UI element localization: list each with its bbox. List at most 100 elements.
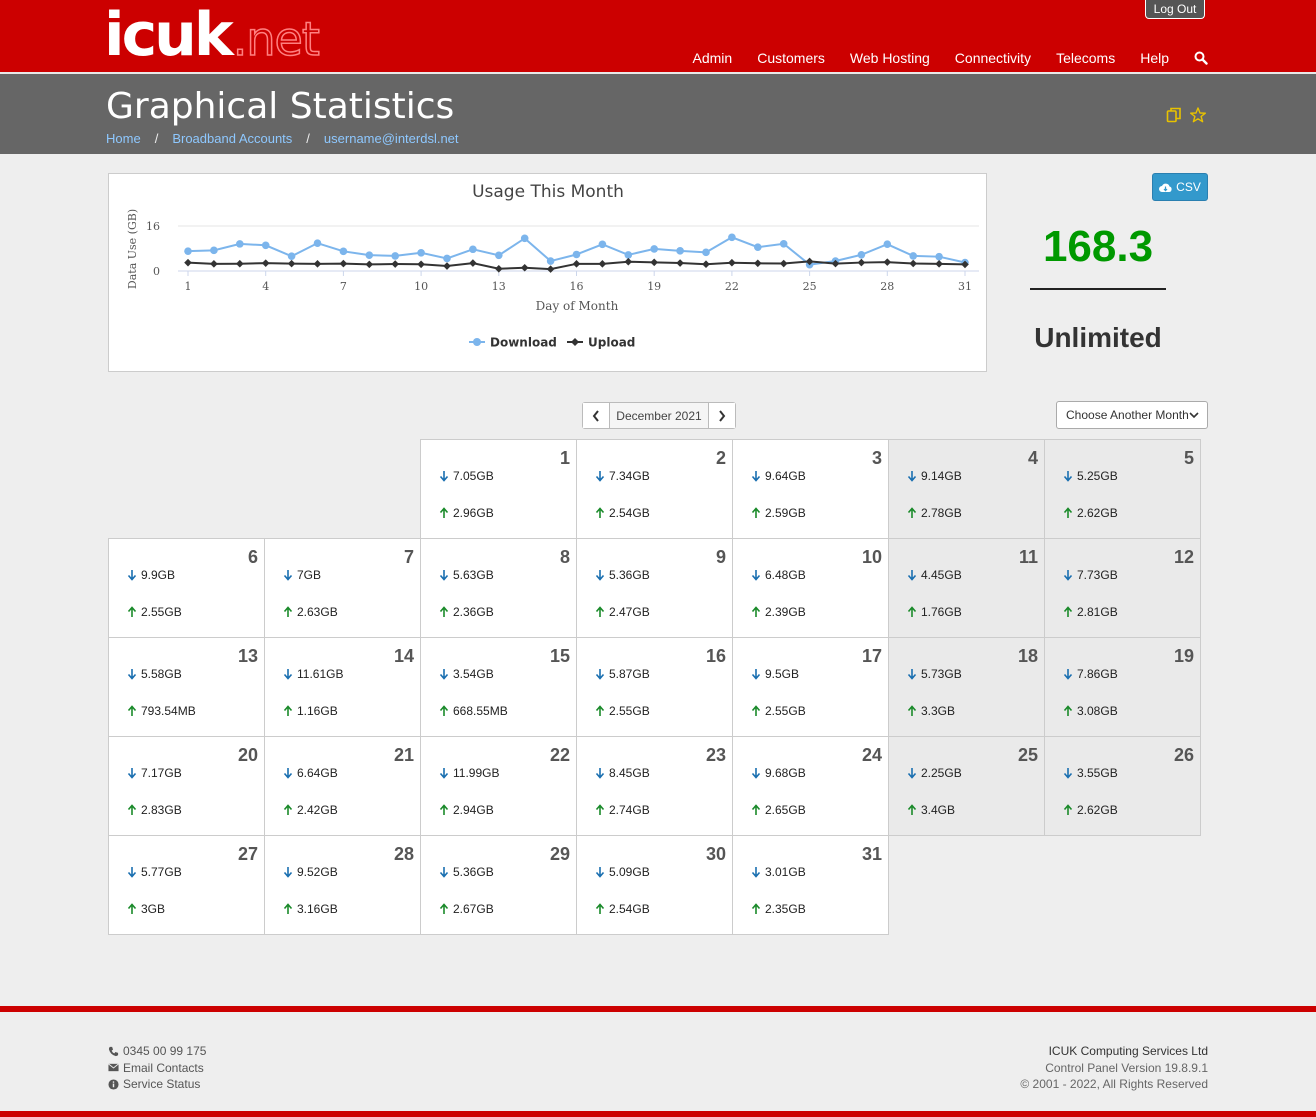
footer-service-status[interactable]: Service Status: [123, 1076, 200, 1093]
upload-usage: 2.74GB: [595, 803, 650, 817]
upload-point: [184, 258, 192, 267]
footer-email-contacts[interactable]: Email Contacts: [123, 1060, 204, 1077]
calendar-day-cell: 15 3.54GB 668.55MB: [420, 637, 577, 737]
y-tick-label: 16: [146, 220, 160, 233]
upload-usage: 2.55GB: [127, 605, 182, 619]
nav-help[interactable]: Help: [1140, 50, 1169, 66]
search-icon[interactable]: [1194, 51, 1208, 65]
upload-value: 3.4GB: [921, 803, 956, 817]
upload-arrow-icon: [1063, 705, 1073, 716]
day-number: 8: [559, 547, 570, 567]
calendar-day-cell: 11 4.45GB 1.76GB: [888, 538, 1045, 638]
upload-value: 2.96GB: [453, 506, 494, 520]
calendar-day-cell: 19 7.86GB 3.08GB: [1044, 637, 1201, 737]
breadcrumb-home[interactable]: Home: [106, 131, 141, 146]
chart-title: Usage This Month: [472, 182, 624, 202]
upload-arrow-icon: [1063, 507, 1073, 518]
download-arrow-icon: [751, 768, 761, 779]
download-point: [754, 243, 762, 252]
download-point: [546, 257, 555, 265]
upload-usage: 3GB: [127, 902, 165, 916]
download-arrow-icon: [1063, 669, 1073, 680]
breadcrumb: Home / Broadband Accounts / username@int…: [106, 131, 459, 146]
upload-point: [572, 260, 581, 268]
csv-label: CSV: [1176, 180, 1201, 194]
download-arrow-icon: [127, 669, 137, 680]
x-tick-label: 10: [414, 280, 428, 293]
upload-arrow-icon: [127, 903, 137, 914]
download-arrow-icon: [283, 867, 293, 878]
upload-value: 2.55GB: [765, 704, 806, 718]
calendar-day-cell: 30 5.09GB 2.54GB: [576, 835, 733, 935]
y-axis-label: Data Use (GB): [126, 209, 139, 289]
download-usage: 5.87GB: [595, 667, 650, 681]
footer-contacts: 0345 00 99 175 Email Contacts Service St…: [108, 1043, 206, 1093]
upload-point: [261, 259, 270, 267]
download-arrow-icon: [127, 867, 137, 878]
calendar-day-cell: 9 5.36GB 2.47GB: [576, 538, 733, 638]
calendar-day-cell: 10 6.48GB 2.39GB: [732, 538, 889, 638]
upload-value: 2.94GB: [453, 803, 494, 817]
upload-point: [417, 260, 425, 269]
download-value: 5.73GB: [921, 667, 962, 681]
upload-arrow-icon: [907, 606, 917, 617]
next-month-button[interactable]: [709, 403, 735, 428]
download-point: [261, 241, 270, 250]
download-usage: 5.36GB: [595, 568, 650, 582]
download-arrow-icon: [439, 768, 449, 779]
download-value: 7.73GB: [1077, 568, 1118, 582]
upload-usage: 2.62GB: [1063, 506, 1118, 520]
calendar-day-cell: 6 9.9GB 2.55GB: [108, 538, 265, 638]
month-select[interactable]: Choose Another Month: [1056, 401, 1208, 429]
breadcrumb-broadband-accounts[interactable]: Broadband Accounts: [172, 131, 292, 146]
upload-point: [210, 260, 218, 268]
download-point: [598, 240, 607, 249]
day-number: 12: [1173, 547, 1194, 567]
download-arrow-icon: [751, 867, 761, 878]
breadcrumb-account[interactable]: username@interdsl.net: [324, 131, 459, 146]
footer-phone: 0345 00 99 175: [123, 1044, 207, 1058]
upload-point: [857, 258, 866, 267]
download-point: [339, 247, 348, 256]
x-tick-label: 16: [570, 280, 584, 293]
calendar-day-cell: 24 9.68GB 2.65GB: [732, 736, 889, 836]
upload-value: 2.63GB: [297, 605, 338, 619]
logo-suffix-text: .net: [232, 11, 321, 67]
logo[interactable]: icuk .net: [104, 4, 321, 67]
star-icon[interactable]: [1189, 107, 1207, 123]
x-axis-label: Day of Month: [536, 299, 619, 313]
upload-usage: 793.54MB: [127, 704, 196, 718]
download-usage: 7.17GB: [127, 766, 182, 780]
download-arrow-icon: [751, 570, 761, 581]
upload-value: 2.81GB: [1077, 605, 1118, 619]
download-value: 11.61GB: [297, 667, 344, 681]
upload-arrow-icon: [439, 804, 449, 815]
calendar-day-cell: 3 9.64GB 2.59GB: [732, 439, 889, 539]
upload-usage: 3.16GB: [283, 902, 338, 916]
nav-customers[interactable]: Customers: [757, 50, 825, 66]
download-point: [495, 251, 503, 260]
copy-icon[interactable]: [1166, 107, 1182, 123]
usage-chart: Usage This Month 0 16 Data Use (GB) 1 4 7 10 13 1…: [108, 173, 987, 372]
envelope-icon: [108, 1063, 119, 1072]
csv-button[interactable]: CSV: [1152, 173, 1208, 201]
logout-button[interactable]: Log Out: [1145, 0, 1205, 19]
previous-month-button[interactable]: [583, 403, 609, 428]
download-value: 5.77GB: [141, 865, 182, 879]
upload-point: [883, 258, 892, 266]
day-number: 28: [393, 844, 414, 864]
download-point: [909, 252, 917, 260]
legend-download-label: Download: [490, 336, 557, 350]
nav-admin[interactable]: Admin: [693, 50, 733, 66]
download-usage: 9.52GB: [283, 865, 338, 879]
nav-web-hosting[interactable]: Web Hosting: [850, 50, 930, 66]
calendar-day-cell: 20 7.17GB 2.83GB: [108, 736, 265, 836]
upload-point: [728, 258, 736, 267]
nav-telecoms[interactable]: Telecoms: [1056, 50, 1115, 66]
nav-connectivity[interactable]: Connectivity: [955, 50, 1031, 66]
download-value: 5.36GB: [609, 568, 650, 582]
download-arrow-icon: [595, 867, 605, 878]
upload-arrow-icon: [595, 804, 605, 815]
download-point: [469, 245, 477, 254]
download-value: 9.9GB: [141, 568, 176, 582]
